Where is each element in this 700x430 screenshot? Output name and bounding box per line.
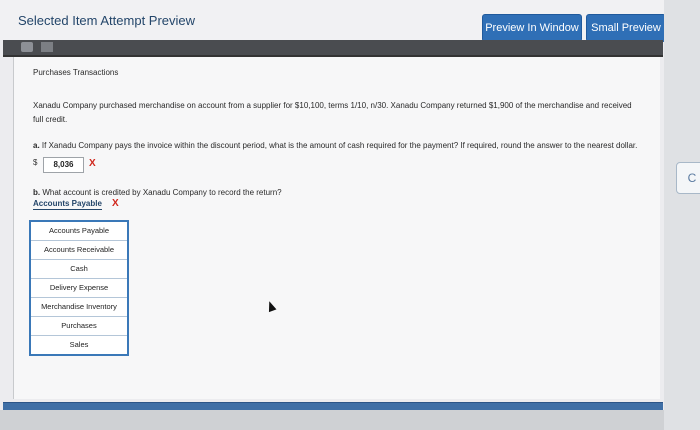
preview-window: Selected Item Attempt Preview Preview In…	[0, 0, 666, 430]
question-heading: Purchases Transactions	[33, 68, 119, 77]
question-content: Purchases Transactions Xanadu Company pu…	[13, 57, 660, 399]
media-toolbar	[3, 40, 663, 57]
part-a-question: a. If Xanadu Company pays the invoice wi…	[33, 140, 663, 151]
dropdown-option[interactable]: Accounts Payable	[31, 222, 127, 241]
background-strip	[664, 0, 700, 430]
dropdown-option[interactable]: Sales	[31, 336, 127, 354]
part-b-text: What account is credited by Xanadu Compa…	[42, 188, 282, 197]
dropdown-option[interactable]: Accounts Receivable	[31, 241, 127, 260]
video-icon[interactable]	[41, 42, 53, 52]
part-a-answer-input[interactable]: 8,036	[43, 157, 84, 173]
part-b-selected-answer[interactable]: Accounts Payable	[33, 199, 102, 210]
title-bar: Selected Item Attempt Preview Preview In…	[0, 0, 666, 42]
account-dropdown-list: Accounts Payable Accounts Receivable Cas…	[29, 220, 129, 356]
window-title: Selected Item Attempt Preview	[18, 13, 196, 28]
incorrect-mark-icon: X	[112, 198, 119, 209]
dropdown-option[interactable]: Delivery Expense	[31, 279, 127, 298]
incorrect-mark-icon: X	[89, 158, 96, 169]
part-a-text: If Xanadu Company pays the invoice withi…	[41, 141, 638, 150]
part-b-question: b. What account is credited by Xanadu Co…	[33, 188, 282, 197]
dropdown-option[interactable]: Purchases	[31, 317, 127, 336]
side-tab[interactable]: C	[676, 162, 700, 194]
image-icon[interactable]	[21, 42, 33, 52]
preview-in-window-button[interactable]: Preview In Window	[482, 14, 582, 42]
bottom-area	[0, 410, 664, 430]
dropdown-option[interactable]: Cash	[31, 260, 127, 279]
question-paragraph: Xanadu Company purchased merchandise on …	[33, 101, 632, 124]
part-a-label: a.	[33, 141, 40, 150]
part-b-label: b.	[33, 188, 41, 197]
currency-symbol: $	[33, 158, 38, 167]
dropdown-option[interactable]: Merchandise Inventory	[31, 298, 127, 317]
mouse-cursor-icon	[265, 299, 277, 313]
small-preview-button[interactable]: Small Preview	[586, 14, 666, 42]
